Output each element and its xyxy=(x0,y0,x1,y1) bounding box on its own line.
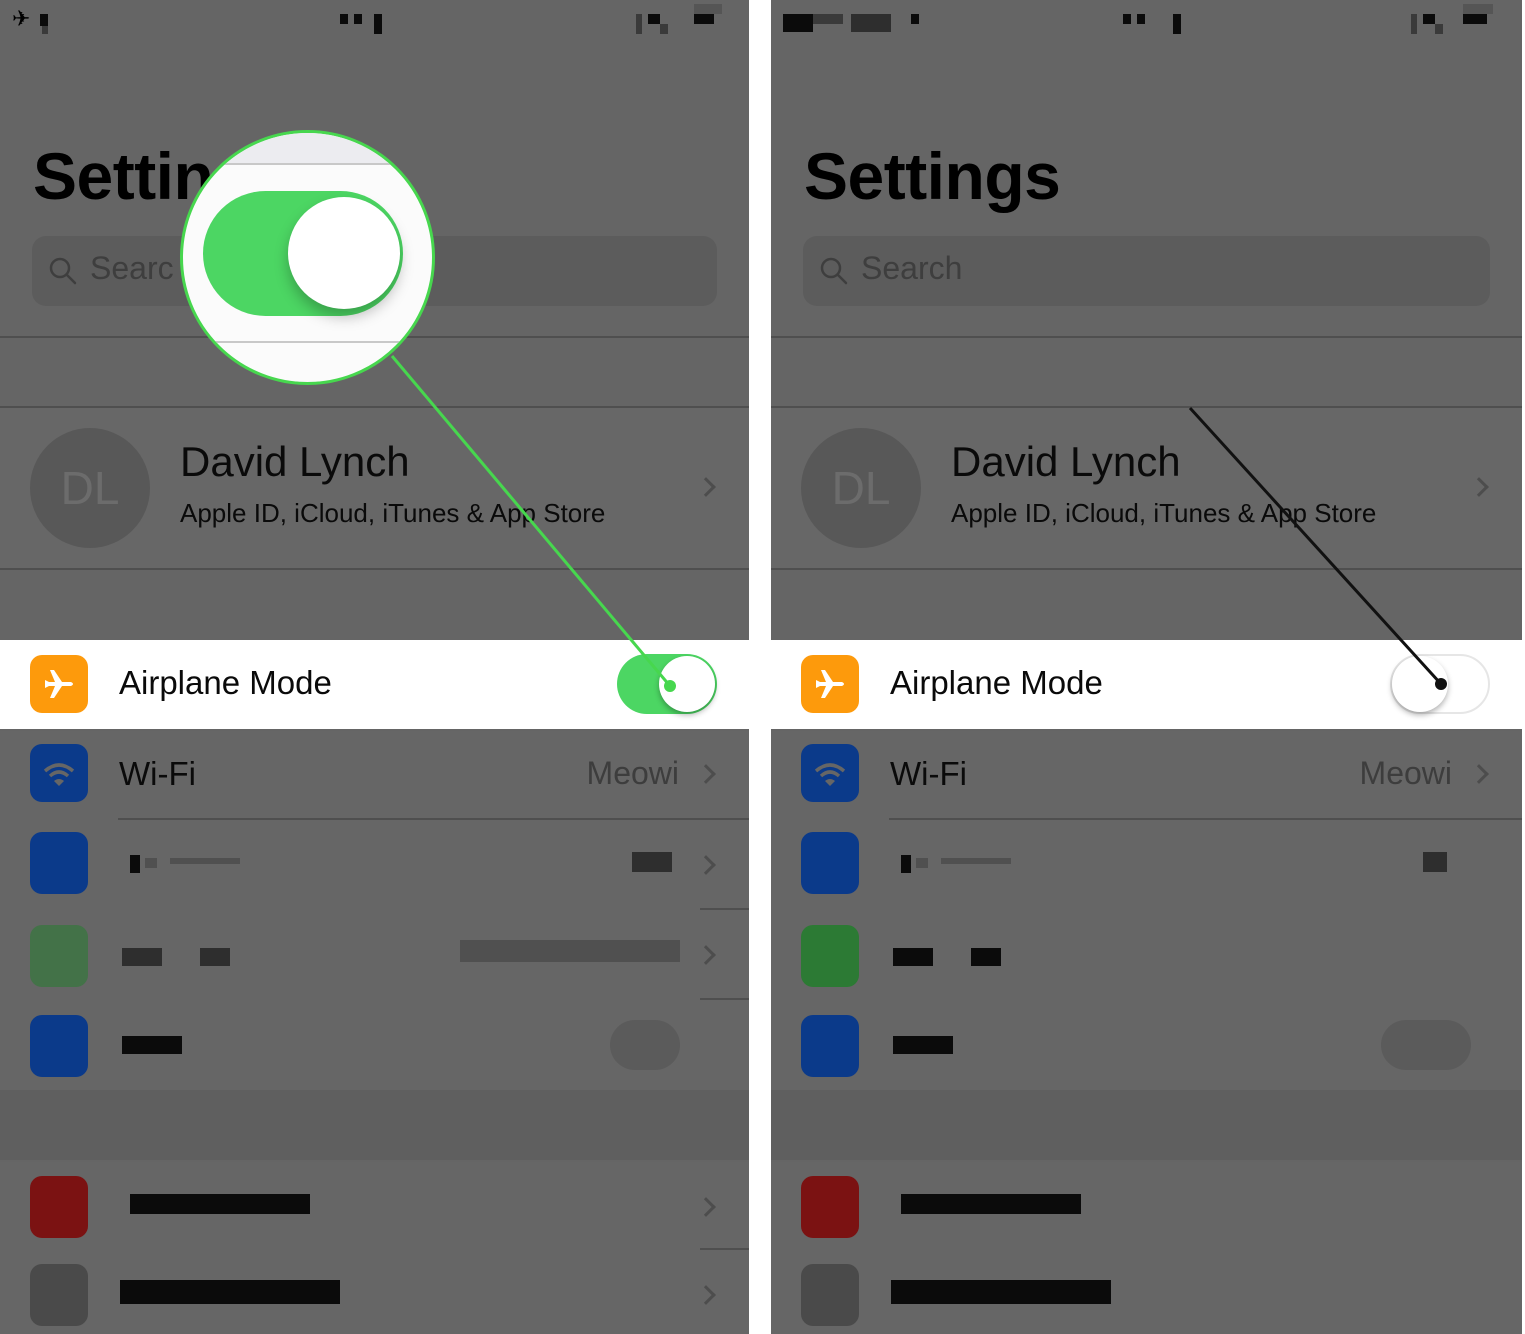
profile-name: David Lynch xyxy=(951,438,1181,485)
bluetooth-row[interactable] xyxy=(771,820,1522,910)
airplane-mode-label: Airplane Mode xyxy=(890,664,1103,701)
airplane-icon xyxy=(30,655,88,713)
profile-name: David Lynch xyxy=(180,438,410,485)
bluetooth-icon xyxy=(801,832,859,894)
chevron-right-icon xyxy=(696,764,716,784)
airplane-mode-toggle[interactable] xyxy=(1390,654,1490,714)
control-center-row[interactable] xyxy=(0,1250,749,1334)
apple-id-row[interactable]: DL David Lynch Apple ID, iCloud, iTunes … xyxy=(0,408,749,568)
status-bar xyxy=(771,0,1522,40)
airplane-mode-label: Airplane Mode xyxy=(119,664,332,701)
chevron-right-icon xyxy=(696,855,716,875)
airplane-mode-toggle[interactable] xyxy=(617,654,717,714)
search-icon xyxy=(49,257,77,285)
airplane-mode-row: Airplane Mode xyxy=(771,640,1522,729)
cellular-row[interactable] xyxy=(771,910,1522,1000)
profile-subtitle: Apple ID, iCloud, iTunes & App Store xyxy=(180,498,606,528)
avatar: DL xyxy=(30,428,150,548)
wifi-label: Wi-Fi xyxy=(119,755,196,792)
wifi-icon xyxy=(30,744,88,802)
chevron-right-icon xyxy=(696,1285,716,1305)
bluetooth-icon xyxy=(30,832,88,894)
notifications-icon xyxy=(30,1176,88,1238)
wifi-network-name: Meowi xyxy=(586,755,679,791)
airplane-mode-row: Airplane Mode xyxy=(0,640,749,729)
settings-screen-after: Settings Search DL David Lynch Apple ID,… xyxy=(771,0,1522,1334)
settings-screen-before: ✈ Settin Searc DL David Lynch Apple ID, … xyxy=(0,0,749,1334)
magnifier-toggle-on xyxy=(180,130,435,385)
page-title: Settings xyxy=(804,139,1061,213)
chevron-right-icon xyxy=(1469,764,1489,784)
status-airplane-icon: ✈ xyxy=(12,6,31,31)
search-icon xyxy=(820,257,848,285)
chevron-right-icon xyxy=(696,477,716,497)
search-placeholder: Searc xyxy=(90,250,174,286)
control-center-icon xyxy=(801,1264,859,1326)
chevron-right-icon xyxy=(696,945,716,965)
vpn-icon xyxy=(801,1015,859,1077)
chevron-right-icon xyxy=(696,1197,716,1217)
wifi-icon xyxy=(801,744,859,802)
search-placeholder: Search xyxy=(861,250,963,286)
vpn-icon xyxy=(30,1015,88,1077)
apple-id-row[interactable]: DL David Lynch Apple ID, iCloud, iTunes … xyxy=(771,408,1522,568)
bluetooth-row[interactable] xyxy=(0,820,749,910)
wifi-row[interactable]: Wi-Fi Meowi xyxy=(0,731,749,821)
airplane-icon xyxy=(801,655,859,713)
cellular-icon xyxy=(801,925,859,987)
chevron-right-icon xyxy=(1469,477,1489,497)
toggle-knob xyxy=(659,656,715,712)
wifi-row[interactable]: Wi-Fi Meowi xyxy=(771,731,1522,821)
notifications-icon xyxy=(801,1176,859,1238)
search-input[interactable]: Search xyxy=(803,236,1490,306)
vpn-row[interactable] xyxy=(771,1000,1522,1090)
wifi-network-name: Meowi xyxy=(1359,755,1452,791)
vpn-row[interactable] xyxy=(0,1000,749,1090)
cellular-row[interactable] xyxy=(0,910,749,1000)
control-center-icon xyxy=(30,1264,88,1326)
toggle-knob xyxy=(1392,656,1448,712)
wifi-label: Wi-Fi xyxy=(890,755,967,792)
notifications-row[interactable] xyxy=(0,1162,749,1252)
notifications-row[interactable] xyxy=(771,1162,1522,1252)
cellular-icon xyxy=(30,925,88,987)
avatar: DL xyxy=(801,428,921,548)
profile-subtitle: Apple ID, iCloud, iTunes & App Store xyxy=(951,498,1377,528)
control-center-row[interactable] xyxy=(771,1250,1522,1334)
status-bar: ✈ xyxy=(0,0,749,40)
